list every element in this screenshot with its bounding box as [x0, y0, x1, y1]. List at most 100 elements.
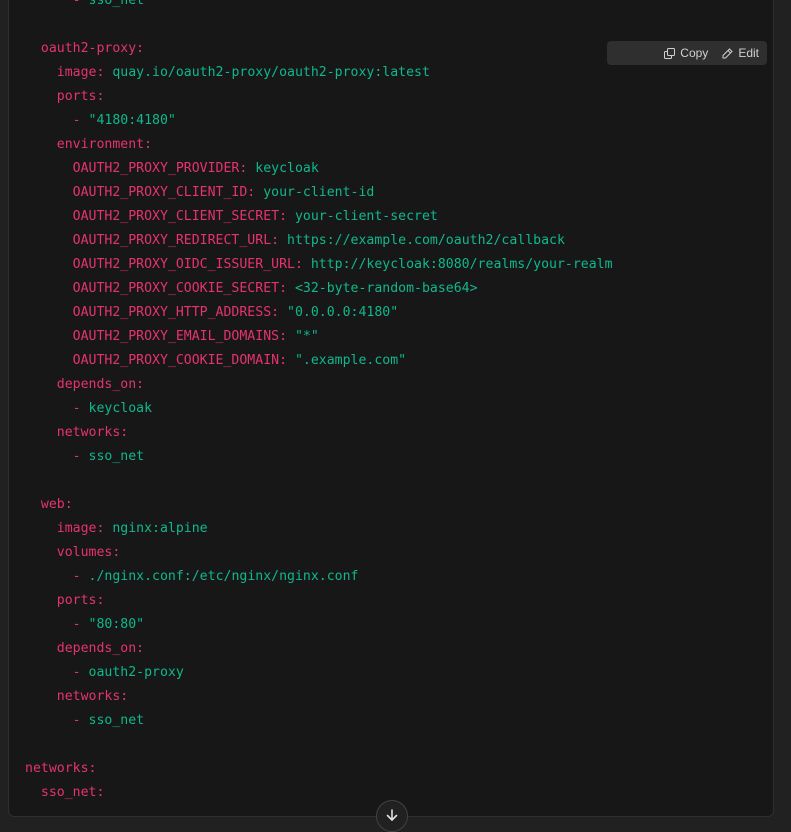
code-line: image: nginx:alpine [25, 517, 773, 541]
copy-label: Copy [680, 46, 709, 60]
code-key: ports: [56, 89, 105, 104]
code-block: - sso_net oauth2-proxy: image: quay.io/o… [8, 0, 774, 817]
code-line: - keycloak [25, 397, 773, 421]
code-line: depends_on: [25, 373, 773, 397]
code-line: OAUTH2_PROXY_COOKIE_SECRET: <32-byte-ran… [25, 277, 773, 301]
code-value: sso_net [88, 0, 145, 8]
code-value: ".example.com" [287, 353, 407, 368]
code-key: OAUTH2_PROXY_OIDC_ISSUER_URL: [72, 257, 303, 272]
code-list-dash: - [72, 0, 89, 8]
pencil-icon [722, 47, 734, 59]
code-value: nginx:alpine [104, 521, 208, 536]
code-list-dash: - [72, 449, 89, 464]
code-line: - sso_net [25, 709, 773, 733]
code-key: OAUTH2_PROXY_COOKIE_DOMAIN: [72, 353, 288, 368]
code-value: your-client-secret [287, 209, 438, 224]
code-list-dash: - [72, 713, 89, 728]
code-key: volumes: [56, 545, 121, 560]
code-value: https://example.com/oauth2/callback [279, 233, 565, 248]
code-line: OAUTH2_PROXY_CLIENT_ID: your-client-id [25, 181, 773, 205]
code-key: oauth2-proxy: [40, 41, 145, 56]
code-line: OAUTH2_PROXY_CLIENT_SECRET: your-client-… [25, 205, 773, 229]
code-line: - "80:80" [25, 613, 773, 637]
code-value: keycloak [247, 161, 319, 176]
code-value: "4180:4180" [88, 113, 176, 128]
code-key: OAUTH2_PROXY_COOKIE_SECRET: [72, 281, 288, 296]
code-value: "*" [287, 329, 319, 344]
edit-button[interactable]: Edit [722, 46, 759, 60]
code-line: OAUTH2_PROXY_OIDC_ISSUER_URL: http://key… [25, 253, 773, 277]
code-line: - oauth2-proxy [25, 661, 773, 685]
code-key: depends_on: [56, 641, 145, 656]
code-list-dash: - [72, 569, 89, 584]
code-key: OAUTH2_PROXY_REDIRECT_URL: [72, 233, 280, 248]
code-value: keycloak [88, 401, 153, 416]
code-line: volumes: [25, 541, 773, 565]
code-list-dash: - [72, 113, 89, 128]
code-value: ./nginx.conf:/etc/nginx/nginx.conf [88, 569, 359, 584]
code-line: OAUTH2_PROXY_COOKIE_DOMAIN: ".example.co… [25, 349, 773, 373]
arrow-down-icon [385, 807, 399, 826]
code-line: OAUTH2_PROXY_REDIRECT_URL: https://examp… [25, 229, 773, 253]
code-line: networks: [25, 685, 773, 709]
code-key: depends_on: [56, 377, 145, 392]
code-line: - sso_net [25, 445, 773, 469]
code-key: web: [40, 497, 73, 512]
copy-button[interactable]: Copy [664, 46, 708, 60]
code-key: sso_net: [40, 785, 105, 800]
code-value: quay.io/oauth2-proxy/oauth2-proxy:latest [104, 65, 430, 80]
code-key: OAUTH2_PROXY_EMAIL_DOMAINS: [72, 329, 288, 344]
code-list-dash: - [72, 665, 89, 680]
code-line: depends_on: [25, 637, 773, 661]
code-line: - ./nginx.conf:/etc/nginx/nginx.conf [25, 565, 773, 589]
code-key: OAUTH2_PROXY_PROVIDER: [72, 161, 248, 176]
code-line: ports: [25, 85, 773, 109]
code-value: "0.0.0.0:4180" [279, 305, 399, 320]
code-value: <32-byte-random-base64> [287, 281, 478, 296]
code-key: environment: [56, 137, 153, 152]
code-line: networks: [25, 757, 773, 781]
code-key: OAUTH2_PROXY_CLIENT_SECRET: [72, 209, 288, 224]
code-line: OAUTH2_PROXY_PROVIDER: keycloak [25, 157, 773, 181]
code-value: sso_net [88, 449, 145, 464]
code-line: OAUTH2_PROXY_EMAIL_DOMAINS: "*" [25, 325, 773, 349]
code-line: ports: [25, 589, 773, 613]
code-line: environment: [25, 133, 773, 157]
code-line: - sso_net [25, 0, 773, 13]
code-key: OAUTH2_PROXY_HTTP_ADDRESS: [72, 305, 280, 320]
code-value: http://keycloak:8080/realms/your-realm [302, 257, 613, 272]
code-list-dash: - [72, 401, 89, 416]
code-line: networks: [25, 421, 773, 445]
code-key: image: [56, 521, 105, 536]
code-value: oauth2-proxy [88, 665, 184, 680]
scroll-to-bottom-button[interactable] [376, 800, 408, 832]
code-key: networks: [25, 761, 97, 776]
code-key: ports: [56, 593, 105, 608]
